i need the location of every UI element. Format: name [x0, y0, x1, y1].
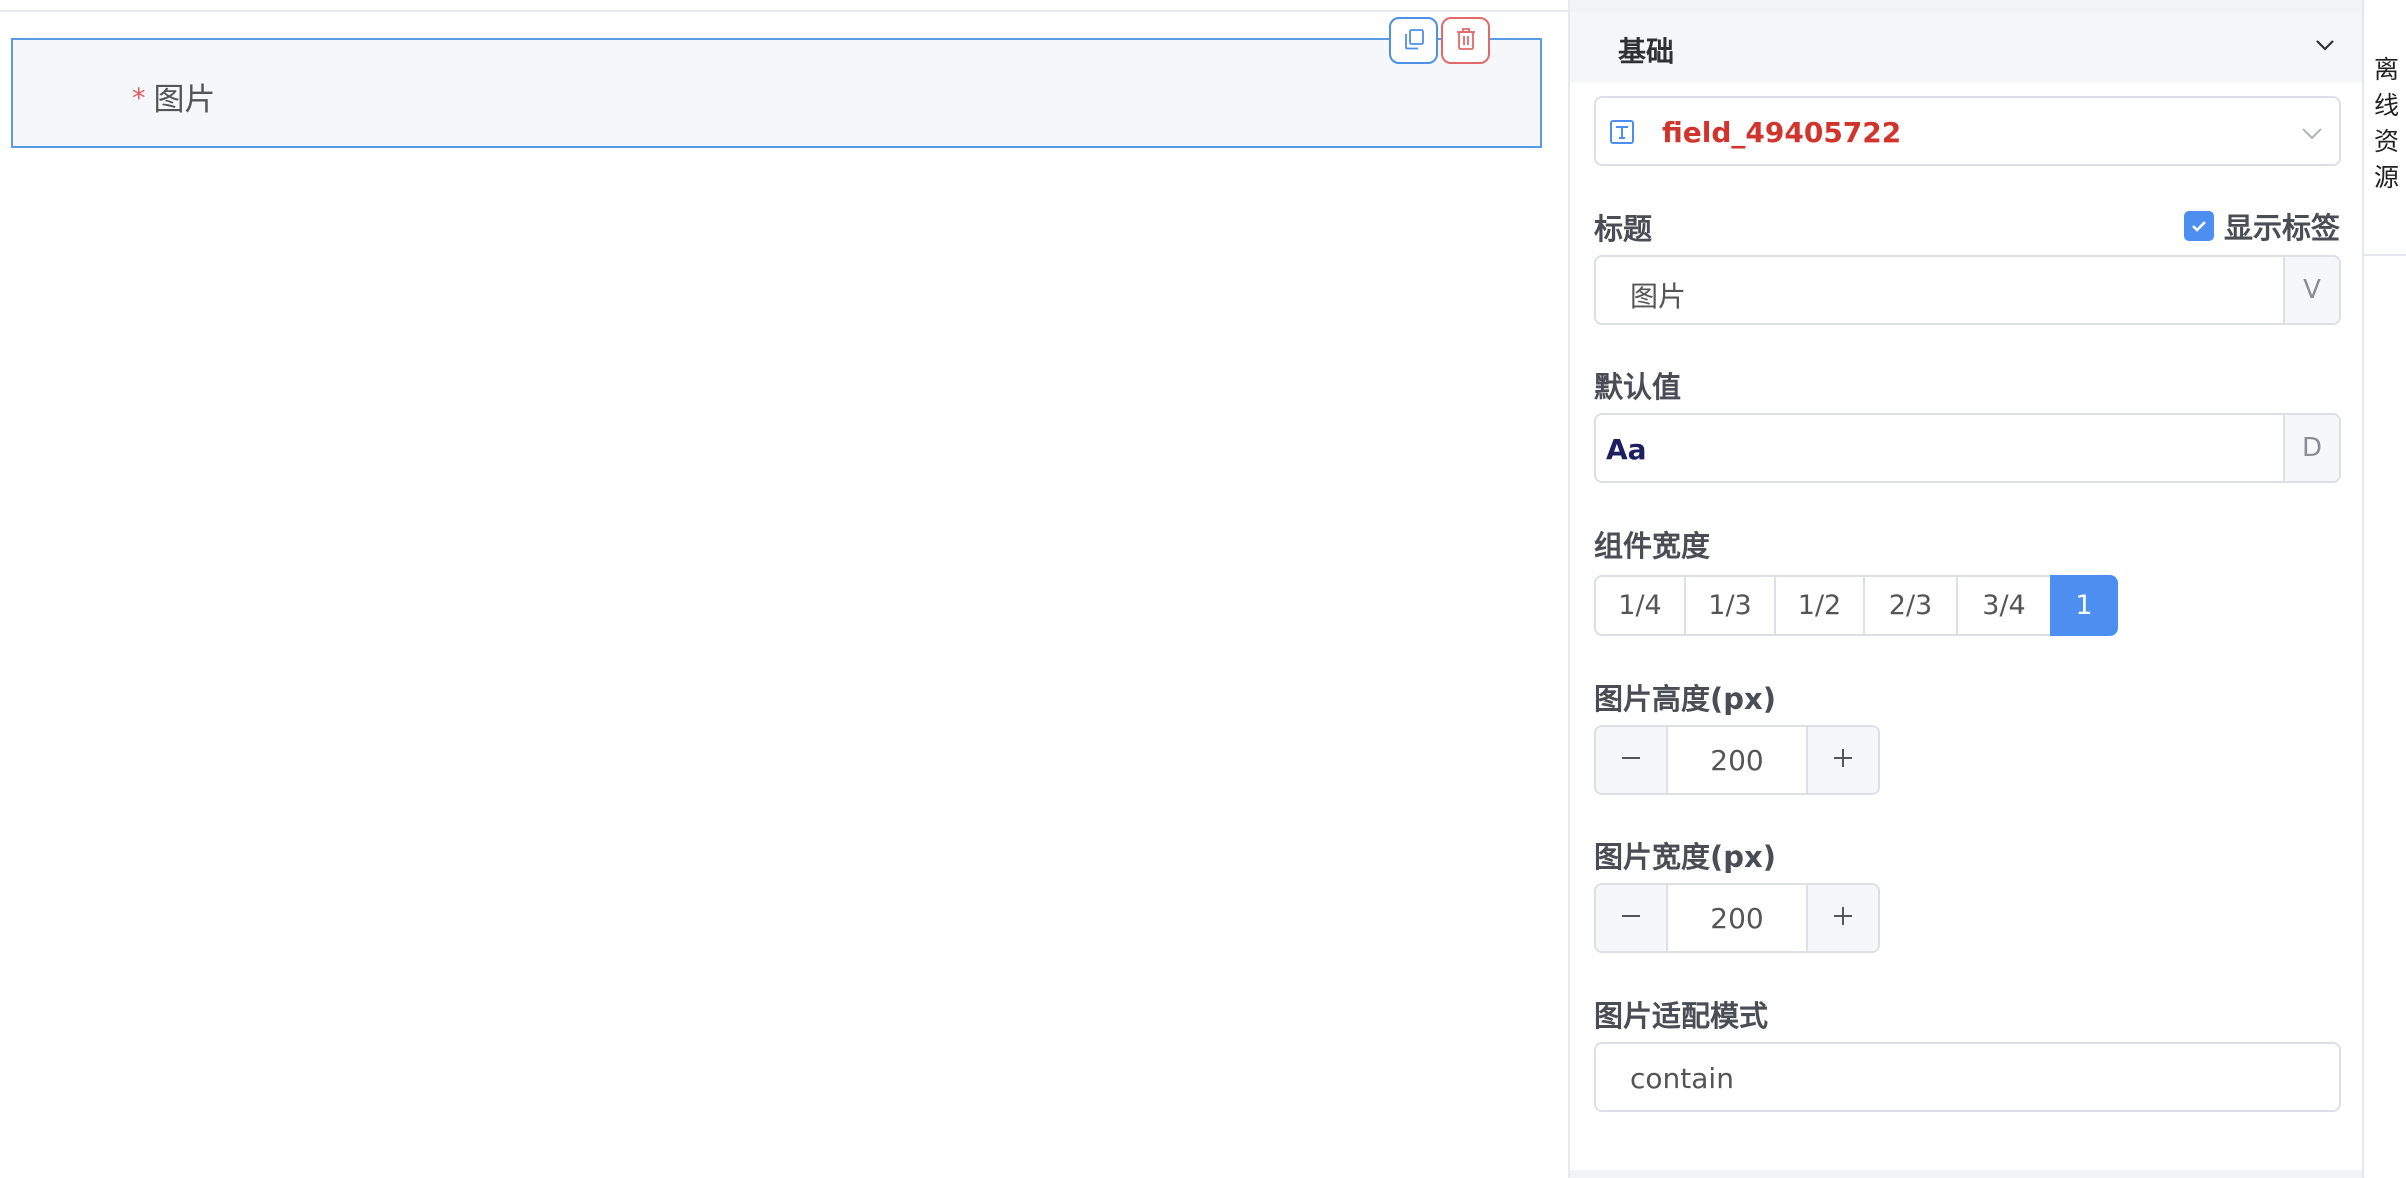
show-label-text: 显示标签: [2223, 211, 2340, 245]
checkbox-checked-icon[interactable]: [2183, 211, 2214, 241]
offline-resources-tab[interactable]: 离线资源: [2364, 0, 2406, 256]
width-option-1-2[interactable]: 1/2: [1774, 575, 1865, 636]
required-mark: *: [132, 83, 146, 114]
default-value-button[interactable]: D: [2283, 415, 2339, 481]
title-input[interactable]: 图片 V: [1594, 255, 2341, 325]
form-designer: * 图片 基础 field_49405722 标题 显示标签 图片 V 默认值 …: [0, 0, 2406, 1178]
increase-width-button[interactable]: [1806, 885, 1878, 951]
plus-icon: [1830, 745, 1856, 775]
title-variable-button[interactable]: V: [2283, 257, 2339, 323]
field-label-text: 图片: [153, 82, 216, 118]
design-canvas: * 图片: [0, 0, 1568, 1178]
width-option-1-3[interactable]: 1/3: [1684, 575, 1776, 636]
default-value-text: Aa: [1606, 433, 1647, 466]
field-id-text: field_49405722: [1662, 116, 1902, 149]
section-title: 基础: [1618, 35, 1675, 68]
image-height-stepper[interactable]: 200: [1594, 725, 1880, 795]
image-width-label: 图片宽度(px): [1594, 840, 1776, 874]
side-tab-strip: 离线资源: [2362, 0, 2406, 1178]
image-fit-input[interactable]: contain: [1594, 1042, 2341, 1112]
offline-resources-tab-label: 离线资源: [2374, 55, 2400, 192]
component-width-label: 组件宽度: [1594, 529, 1711, 563]
delete-field-button[interactable]: [1441, 17, 1490, 64]
width-option-1-4[interactable]: 1/4: [1594, 575, 1686, 636]
copy-field-button[interactable]: [1389, 17, 1438, 64]
minus-icon: [1618, 745, 1644, 775]
plus-icon: [1830, 903, 1856, 933]
decrease-width-button[interactable]: [1596, 885, 1668, 951]
image-fit-label: 图片适配模式: [1594, 999, 1769, 1033]
image-fit-value: contain: [1630, 1062, 1734, 1095]
panel-top-bar: [1570, 0, 2364, 12]
title-label: 标题: [1594, 212, 1653, 246]
image-height-label: 图片高度(px): [1594, 682, 1776, 716]
field-id-select[interactable]: field_49405722: [1594, 96, 2341, 166]
image-width-stepper[interactable]: 200: [1594, 883, 1880, 953]
image-field-block[interactable]: [11, 38, 1542, 148]
increase-height-button[interactable]: [1806, 727, 1878, 793]
trash-icon: [1454, 26, 1478, 56]
width-option-2-3[interactable]: 2/3: [1863, 575, 1958, 636]
canvas-divider: [0, 10, 1568, 12]
width-option-3-4[interactable]: 3/4: [1956, 575, 2052, 636]
width-option-1[interactable]: 1: [2050, 575, 2118, 636]
copy-icon: [1402, 27, 1426, 55]
chevron-down-icon: [2299, 120, 2325, 150]
property-panel: 基础 field_49405722 标题 显示标签 图片 V 默认值 Aa D …: [1568, 0, 2364, 1178]
decrease-height-button[interactable]: [1596, 727, 1668, 793]
image-width-value[interactable]: 200: [1668, 902, 1806, 935]
title-input-value: 图片: [1630, 280, 1687, 313]
image-field-label: * 图片: [132, 74, 216, 119]
component-width-group: 1/4 1/3 1/2 2/3 3/4 1: [1594, 575, 2118, 636]
chevron-down-icon[interactable]: [2312, 32, 2338, 62]
text-type-icon: [1609, 119, 1635, 149]
minus-icon: [1618, 903, 1644, 933]
default-value-input[interactable]: Aa D: [1594, 413, 2341, 483]
show-label-checkbox[interactable]: 显示标签: [2183, 205, 2340, 247]
panel-bottom-bar: [1570, 1170, 2364, 1178]
image-height-value[interactable]: 200: [1668, 744, 1806, 777]
basic-section-header[interactable]: 基础: [1570, 12, 2364, 82]
default-value-label: 默认值: [1594, 370, 1682, 404]
